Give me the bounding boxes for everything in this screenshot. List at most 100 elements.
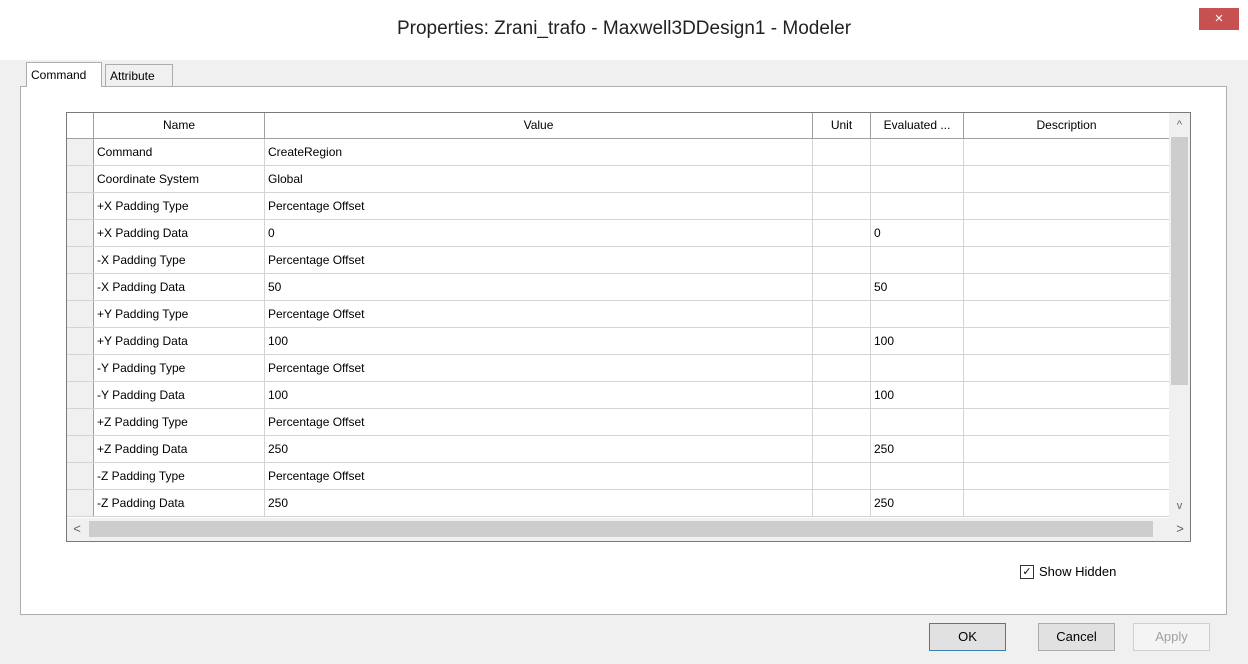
cell-unit[interactable]	[813, 355, 871, 381]
table-row[interactable]: +X Padding Type Percentage Offset	[67, 193, 1169, 220]
table-row[interactable]: +X Padding Data 0 0	[67, 220, 1169, 247]
cell-description[interactable]	[964, 247, 1169, 273]
row-selector[interactable]	[67, 463, 94, 489]
table-row[interactable]: Coordinate System Global	[67, 166, 1169, 193]
column-header-value[interactable]: Value	[265, 113, 813, 138]
column-header-evaluated[interactable]: Evaluated ...	[871, 113, 964, 138]
column-header-unit[interactable]: Unit	[813, 113, 871, 138]
cell-evaluated	[871, 193, 964, 219]
cell-description[interactable]	[964, 382, 1169, 408]
row-selector[interactable]	[67, 301, 94, 327]
table-row[interactable]: +Y Padding Type Percentage Offset	[67, 301, 1169, 328]
cell-unit[interactable]	[813, 193, 871, 219]
horizontal-scrollbar[interactable]: < >	[67, 518, 1190, 541]
horizontal-scroll-thumb[interactable]	[89, 521, 1153, 537]
tab-command[interactable]: Command	[26, 62, 102, 87]
properties-grid: Name Value Unit Evaluated ... Descriptio…	[66, 112, 1191, 542]
row-selector[interactable]	[67, 328, 94, 354]
cell-value[interactable]: 0	[265, 220, 813, 246]
cancel-button[interactable]: Cancel	[1038, 623, 1115, 651]
table-row[interactable]: Command CreateRegion	[67, 139, 1169, 166]
cell-unit[interactable]	[813, 436, 871, 462]
cell-value[interactable]: 250	[265, 490, 813, 516]
apply-button[interactable]: Apply	[1133, 623, 1210, 651]
cell-name: -Y Padding Type	[94, 355, 265, 381]
show-hidden-checkbox[interactable]: ✓	[1020, 565, 1034, 579]
cell-description[interactable]	[964, 328, 1169, 354]
row-selector[interactable]	[67, 139, 94, 165]
cell-value[interactable]: Percentage Offset	[265, 193, 813, 219]
row-selector[interactable]	[67, 193, 94, 219]
cell-description[interactable]	[964, 193, 1169, 219]
row-selector[interactable]	[67, 355, 94, 381]
cell-description[interactable]	[964, 490, 1169, 516]
scroll-right-arrow[interactable]: >	[1170, 518, 1190, 541]
cell-description[interactable]	[964, 139, 1169, 165]
row-selector[interactable]	[67, 490, 94, 516]
cell-unit[interactable]	[813, 382, 871, 408]
cell-description[interactable]	[964, 220, 1169, 246]
cell-description[interactable]	[964, 436, 1169, 462]
row-selector[interactable]	[67, 382, 94, 408]
vertical-scrollbar[interactable]: ^ v	[1169, 113, 1190, 518]
cell-name: -X Padding Data	[94, 274, 265, 300]
tab-attribute[interactable]: Attribute	[105, 64, 173, 86]
scroll-down-arrow[interactable]: v	[1169, 497, 1190, 515]
cell-unit[interactable]	[813, 139, 871, 165]
row-selector[interactable]	[67, 409, 94, 435]
cell-description[interactable]	[964, 409, 1169, 435]
table-row[interactable]: -Y Padding Data 100 100	[67, 382, 1169, 409]
cell-value[interactable]: Percentage Offset	[265, 247, 813, 273]
cell-value[interactable]: 50	[265, 274, 813, 300]
cell-value[interactable]: Percentage Offset	[265, 301, 813, 327]
cell-value[interactable]: 250	[265, 436, 813, 462]
cell-unit[interactable]	[813, 328, 871, 354]
scroll-up-arrow[interactable]: ^	[1169, 116, 1190, 134]
ok-button[interactable]: OK	[929, 623, 1006, 651]
column-header-description[interactable]: Description	[964, 113, 1169, 138]
cell-value[interactable]: Percentage Offset	[265, 463, 813, 489]
table-row[interactable]: +Y Padding Data 100 100	[67, 328, 1169, 355]
cell-description[interactable]	[964, 301, 1169, 327]
table-row[interactable]: -Z Padding Data 250 250	[67, 490, 1169, 517]
cell-unit[interactable]	[813, 463, 871, 489]
close-button[interactable]: ×	[1199, 8, 1239, 30]
cell-value[interactable]: 100	[265, 382, 813, 408]
cell-value[interactable]: Percentage Offset	[265, 355, 813, 381]
cell-unit[interactable]	[813, 166, 871, 192]
vertical-scroll-thumb[interactable]	[1171, 137, 1188, 385]
cell-evaluated: 100	[871, 382, 964, 408]
cell-evaluated: 50	[871, 274, 964, 300]
cell-unit[interactable]	[813, 301, 871, 327]
cell-description[interactable]	[964, 166, 1169, 192]
row-selector[interactable]	[67, 274, 94, 300]
table-row[interactable]: -X Padding Data 50 50	[67, 274, 1169, 301]
grid-header: Name Value Unit Evaluated ... Descriptio…	[67, 113, 1169, 139]
cell-unit[interactable]	[813, 247, 871, 273]
row-selector[interactable]	[67, 247, 94, 273]
cell-value[interactable]: CreateRegion	[265, 139, 813, 165]
cell-value[interactable]: Global	[265, 166, 813, 192]
row-selector[interactable]	[67, 166, 94, 192]
row-selector[interactable]	[67, 220, 94, 246]
cell-value[interactable]: 100	[265, 328, 813, 354]
table-row[interactable]: -X Padding Type Percentage Offset	[67, 247, 1169, 274]
show-hidden-label[interactable]: Show Hidden	[1039, 564, 1116, 579]
table-row[interactable]: -Y Padding Type Percentage Offset	[67, 355, 1169, 382]
cell-description[interactable]	[964, 355, 1169, 381]
cell-description[interactable]	[964, 463, 1169, 489]
cell-evaluated	[871, 409, 964, 435]
cell-unit[interactable]	[813, 490, 871, 516]
row-selector[interactable]	[67, 436, 94, 462]
cell-name: +Y Padding Data	[94, 328, 265, 354]
column-header-name[interactable]: Name	[94, 113, 265, 138]
scroll-left-arrow[interactable]: <	[67, 518, 87, 541]
cell-value[interactable]: Percentage Offset	[265, 409, 813, 435]
cell-unit[interactable]	[813, 409, 871, 435]
cell-unit[interactable]	[813, 220, 871, 246]
cell-description[interactable]	[964, 274, 1169, 300]
table-row[interactable]: +Z Padding Type Percentage Offset	[67, 409, 1169, 436]
cell-unit[interactable]	[813, 274, 871, 300]
table-row[interactable]: -Z Padding Type Percentage Offset	[67, 463, 1169, 490]
table-row[interactable]: +Z Padding Data 250 250	[67, 436, 1169, 463]
